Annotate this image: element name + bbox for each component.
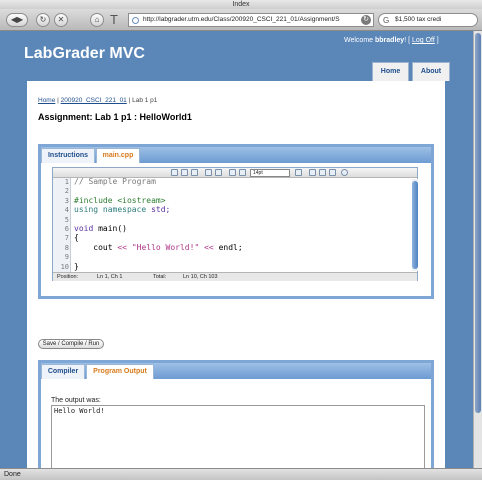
home-button[interactable]: ⌂ — [90, 13, 104, 27]
welcome-prefix: Welcome — [344, 37, 374, 44]
fullscreen-icon[interactable] — [191, 169, 198, 176]
forward-icon[interactable]: ▶ — [17, 15, 23, 24]
favicon-icon — [132, 17, 139, 24]
breadcrumb-home[interactable]: Home — [38, 97, 55, 104]
syntax-icon[interactable] — [319, 169, 326, 176]
site-title: LabGrader MVC — [24, 45, 145, 62]
code-identifier: std; — [151, 205, 171, 215]
line-number: 7 — [64, 234, 69, 243]
nav-about[interactable]: About — [412, 62, 450, 81]
position-value: Ln 1, Ch 1 — [97, 274, 123, 280]
font-icon[interactable] — [229, 169, 236, 176]
page-scrollbar-thumb[interactable] — [475, 33, 481, 413]
highlight-icon[interactable] — [295, 169, 302, 176]
line-number: 1 — [64, 178, 69, 186]
save-compile-run-button[interactable]: Save / Compile / Run — [38, 339, 104, 349]
page-title: Assignment: Lab 1 p1 : HelloWorld1 — [38, 112, 192, 122]
nav-home[interactable]: Home — [372, 62, 409, 81]
toggle-editor-icon[interactable] — [329, 169, 336, 176]
logoff-link[interactable]: Log Off — [412, 37, 435, 44]
url-text[interactable]: http://labgrader.utm.edu/Class/200920_CS… — [143, 16, 340, 23]
code-line-7[interactable]: { — [74, 233, 79, 242]
breadcrumb-class[interactable]: 200920_CSCI_221_01 — [61, 97, 127, 104]
page-scrollbar[interactable] — [473, 31, 482, 468]
line-number: 6 — [64, 225, 69, 233]
code-line-10[interactable]: } — [74, 262, 79, 271]
welcome-suffix: ! — [404, 37, 407, 44]
output-panel: Compiler Program Output The output was: … — [38, 360, 434, 468]
editor-panel: Instructions main.cpp 14pt 1 2 3 4 5 6 7… — [38, 144, 434, 299]
position-label: Position: — [57, 274, 79, 280]
page-viewport: LabGrader MVC Welcome bbradley! [ Log Of… — [0, 31, 482, 468]
line-number: 10 — [60, 262, 69, 271]
code-line-3[interactable]: #include <iostream> — [74, 196, 166, 205]
line-number-gutter: 1 2 3 4 5 6 7 8 9 10 — [53, 178, 71, 272]
browser-status: Done — [0, 468, 482, 480]
code-identifier: cout — [74, 242, 113, 252]
go-icon[interactable]: ↻ — [361, 15, 371, 25]
welcome-message: Welcome bbradley! [ Log Off ] — [344, 37, 439, 44]
total-value: Ln 10, Ch 103 — [183, 274, 218, 280]
stop-icon[interactable]: ✕ — [58, 15, 65, 24]
editor-scrollbar-thumb[interactable] — [412, 181, 418, 269]
line-number: 5 — [64, 215, 69, 224]
help-icon[interactable] — [341, 169, 348, 176]
reload-button[interactable]: ↻ — [36, 13, 50, 27]
breadcrumb: Home | 200920_CSCI_221_01 | Lab 1 p1 — [38, 97, 158, 104]
code-keyword: using namespace — [74, 205, 147, 215]
code-operator: << — [204, 242, 214, 252]
code-keyword: void — [74, 224, 94, 233]
line-number: 8 — [64, 243, 69, 252]
code-string: "Hello World!" — [131, 242, 200, 252]
output-textarea[interactable]: Hello World! — [51, 405, 425, 468]
output-tabstrip: Compiler Program Output — [41, 363, 431, 379]
line-number: 9 — [64, 253, 69, 262]
code-line-8[interactable]: cout << "Hello World!" << endl; — [74, 242, 243, 252]
search-icon[interactable] — [171, 169, 178, 176]
editor-statusbar: Position: Ln 1, Ch 1 Total: Ln 10, Ch 10… — [53, 272, 417, 281]
code-identifier: endl; — [218, 242, 243, 252]
output-label: The output was: — [51, 397, 101, 404]
edit-icon[interactable] — [309, 169, 316, 176]
search-field[interactable]: G $1,500 tax credi — [378, 13, 478, 27]
stop-button[interactable]: ✕ — [54, 13, 68, 27]
undo-icon[interactable] — [205, 169, 212, 176]
main-content: Home | 200920_CSCI_221_01 | Lab 1 p1 Ass… — [27, 81, 445, 468]
reset-icon[interactable] — [239, 169, 246, 176]
reload-icon[interactable]: ↻ — [40, 15, 47, 24]
code-line-6[interactable]: void main() — [74, 224, 127, 233]
tab-program-output[interactable]: Program Output — [86, 364, 154, 379]
font-size-select[interactable]: 14pt — [250, 169, 290, 177]
code-editor[interactable]: 14pt 1 2 3 4 5 6 7 8 9 10 // Sample Prog… — [52, 167, 418, 281]
window-title: Index — [0, 0, 482, 9]
text-size-icon[interactable]: T — [110, 12, 118, 27]
url-bar[interactable]: http://labgrader.utm.edu/Class/200920_CS… — [128, 13, 374, 27]
back-forward-button[interactable]: ◀▶ — [6, 13, 28, 27]
username: bbradley — [375, 37, 405, 44]
line-number: 2 — [64, 187, 69, 196]
search-engine-icon[interactable]: G — [383, 15, 389, 26]
code-operator: << — [117, 242, 127, 252]
home-icon[interactable]: ⌂ — [95, 15, 100, 24]
line-number: 3 — [64, 196, 69, 205]
tab-main-cpp[interactable]: main.cpp — [96, 148, 140, 163]
tab-compiler[interactable]: Compiler — [41, 364, 85, 379]
search-text[interactable]: $1,500 tax credi — [395, 16, 441, 23]
browser-toolbar: ◀▶ ↻ ✕ ⌂ T http://labgrader.utm.edu/Clas… — [0, 9, 482, 31]
code-identifier: main() — [98, 224, 127, 233]
editor-scrollbar[interactable] — [412, 179, 418, 271]
total-label: Total: — [153, 274, 167, 280]
code-line-1[interactable]: // Sample Program — [74, 177, 156, 186]
tab-instructions[interactable]: Instructions — [41, 148, 95, 163]
line-number: 4 — [64, 206, 69, 215]
editor-tabstrip: Instructions main.cpp — [41, 147, 431, 163]
code-line-4[interactable]: using namespace std; — [74, 205, 170, 214]
goto-line-icon[interactable] — [181, 169, 188, 176]
breadcrumb-current: Lab 1 p1 — [132, 97, 158, 104]
redo-icon[interactable] — [215, 169, 222, 176]
